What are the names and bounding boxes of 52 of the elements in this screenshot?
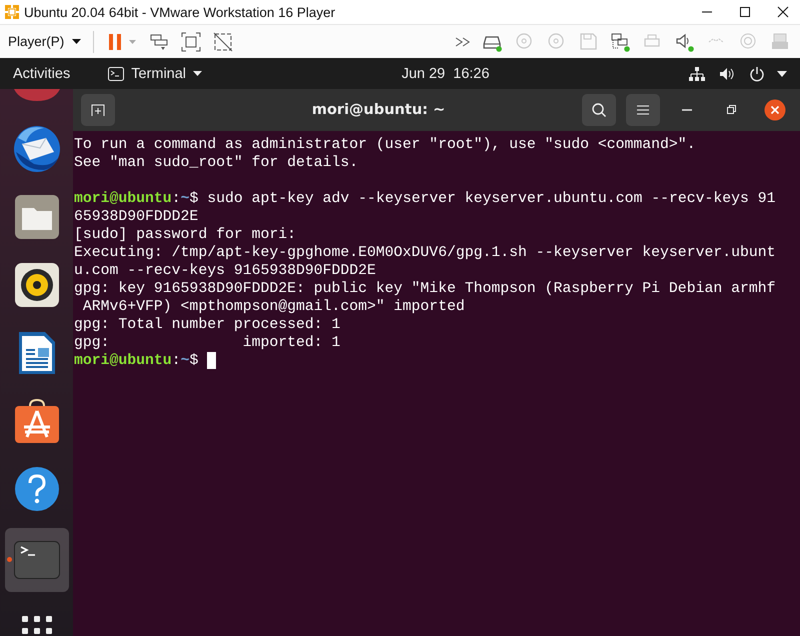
terminal-text: $ sudo apt-key adv --keyserver keyserver.ubuntu.com --recv-keys 91 xyxy=(189,190,776,208)
terminal-text: ARMv6+VFP) <mpthompson@gmail.com>" imported xyxy=(82,298,465,316)
new-tab-icon xyxy=(91,103,105,117)
prompt-user: mori@ubuntu xyxy=(74,190,172,208)
maximize-icon xyxy=(739,6,751,18)
terminal-text: : xyxy=(172,190,181,208)
menu-icon xyxy=(636,104,650,116)
new-tab-button[interactable] xyxy=(81,94,115,126)
window-title: Ubuntu 20.04 64bit - VMware Workstation 16 Player xyxy=(24,4,336,20)
terminal-text: Executing: /tmp/apt-key-gpghome.E0M0OxDUV6/gpg.1.sh --keyserver keyserver.ubunt xyxy=(74,244,776,262)
search-icon xyxy=(591,102,607,118)
document-icon[interactable] xyxy=(16,330,56,376)
caret-icon xyxy=(193,71,202,76)
close-icon xyxy=(777,6,789,18)
prompt-path: ~ xyxy=(180,190,190,208)
app-menu[interactable]: Terminal xyxy=(108,66,202,82)
terminal-title: mori@ubuntu: ~ xyxy=(310,102,446,118)
terminal-cursor xyxy=(207,352,216,369)
terminal-text: 65938D90FDDD2E xyxy=(74,208,198,226)
network-icon[interactable] xyxy=(689,66,705,82)
prompt-path: ~ xyxy=(180,352,190,370)
folder-icon[interactable] xyxy=(14,194,60,240)
terminal-text: gpg: Total number processed: 1 xyxy=(74,316,340,334)
terminal-text: gpg: key 9165938D90FDDD2E: public key "Mike Thompson (Raspberry Pi Debian armhf xyxy=(74,280,776,298)
minimize-icon xyxy=(682,109,692,111)
prompt-user: mori@ubuntu xyxy=(74,352,172,370)
power-icon[interactable] xyxy=(749,66,765,82)
activities-button[interactable]: Activities xyxy=(13,66,70,82)
close-icon xyxy=(764,99,786,121)
menu-button[interactable] xyxy=(626,94,660,126)
player-menu[interactable]: Player(P) xyxy=(6,32,84,51)
app-logo-icon xyxy=(4,4,20,20)
restore-icon xyxy=(725,104,737,116)
terminal-text: To run a command as administrator (user "root"), use "sudo <command>". xyxy=(74,136,696,154)
terminal-text: See "man sudo_root" for details. xyxy=(74,154,358,172)
speaker-icon[interactable] xyxy=(14,262,60,308)
terminal-icon xyxy=(108,66,124,80)
terminal-text: $ xyxy=(189,352,200,370)
terminal-text: u.com --recv-keys 9165938D90FDDD2E xyxy=(74,262,376,280)
help-icon[interactable] xyxy=(14,466,60,512)
caret-icon[interactable] xyxy=(777,70,787,76)
mail-client-icon[interactable] xyxy=(12,124,62,174)
terminal-text: gpg: imported: 1 xyxy=(74,334,340,352)
caret-icon xyxy=(72,39,82,44)
search-button[interactable] xyxy=(582,94,616,126)
terminal-text: [sudo] password for mori: xyxy=(74,226,296,244)
terminal-text: : xyxy=(172,352,181,370)
shopping-bag-icon[interactable] xyxy=(12,397,60,445)
running-indicator xyxy=(6,557,12,562)
terminal-icon[interactable] xyxy=(14,541,60,579)
clock[interactable]: Jun 29 16:26 xyxy=(402,66,490,82)
volume-icon[interactable] xyxy=(719,66,735,82)
